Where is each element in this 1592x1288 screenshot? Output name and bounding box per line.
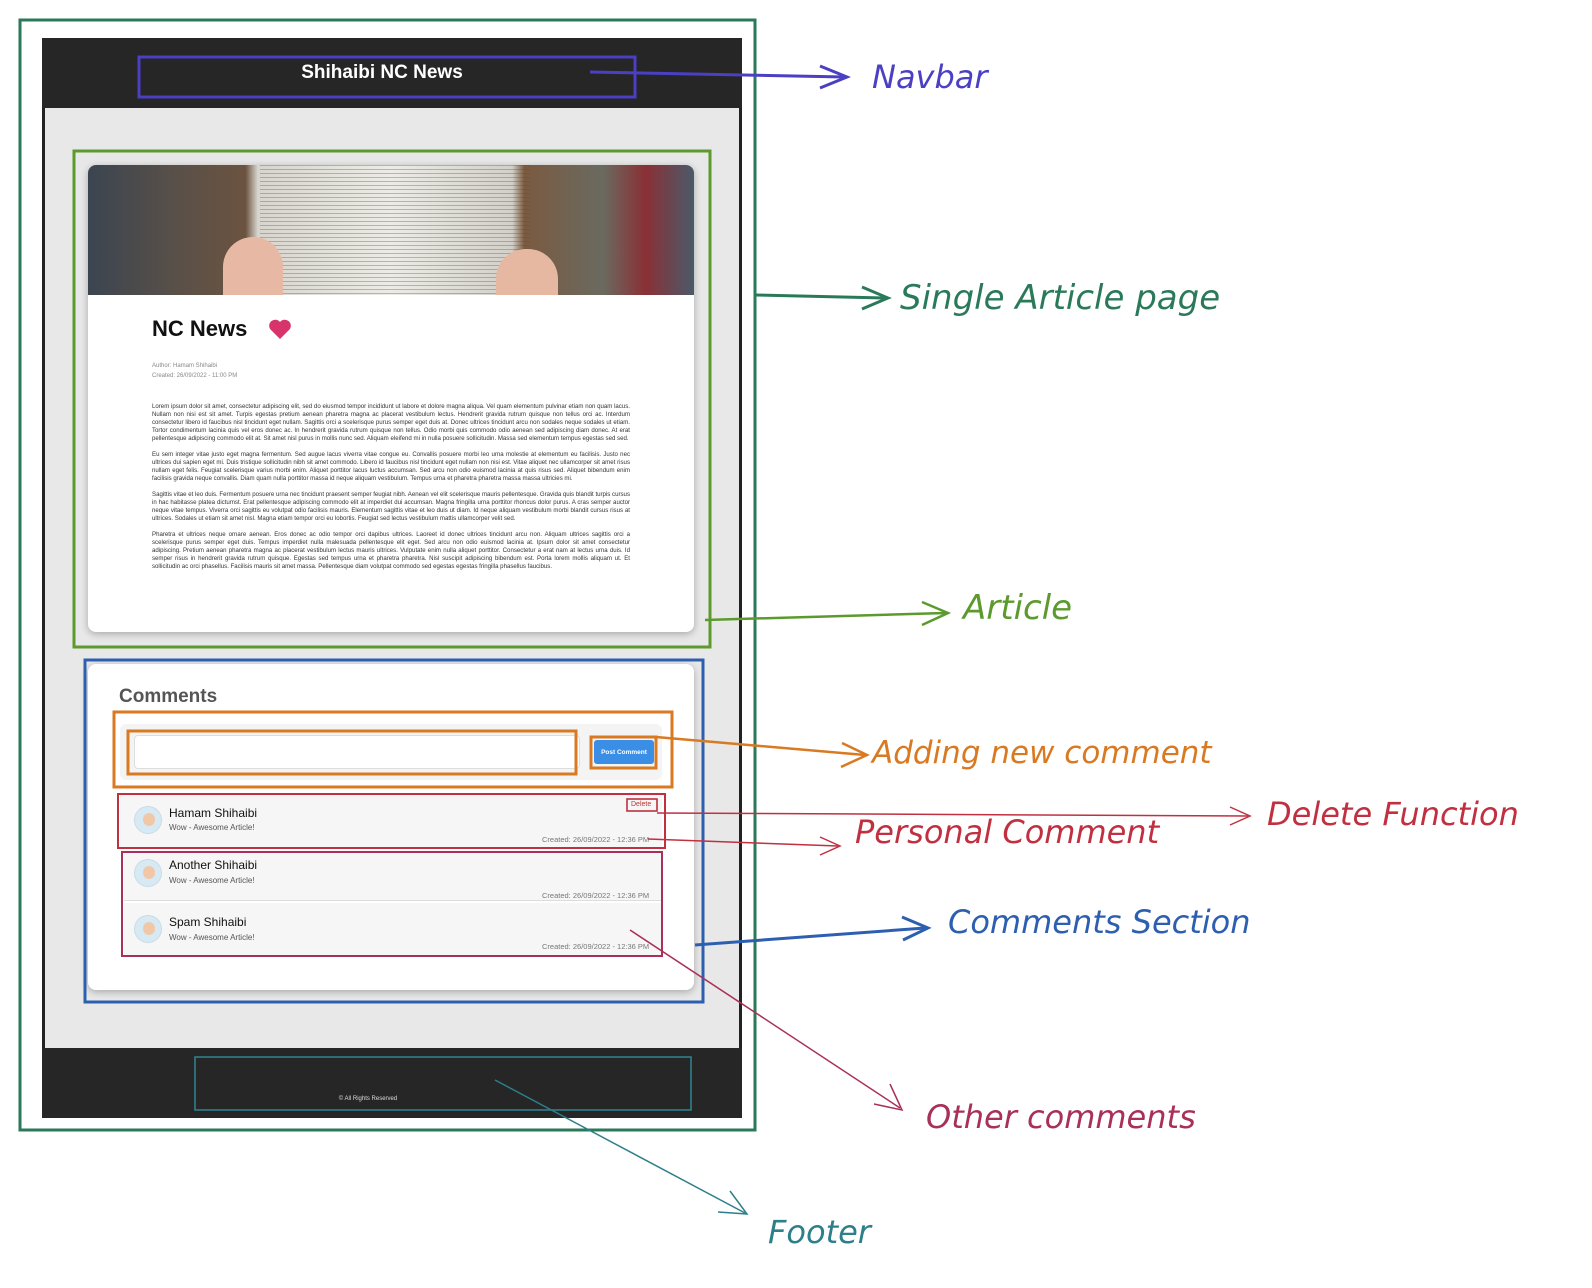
article-paragraph: Lorem ipsum dolor sit amet, consectetur … [152, 403, 630, 442]
article-paragraph: Eu sem integer vitae justo eget magna fe… [152, 451, 630, 482]
label-comments-section: Comments Section [948, 903, 1251, 941]
article-author: Author: Hamam Shihaibi [152, 363, 218, 369]
comment-author: Spam Shihaibi [169, 915, 247, 929]
comment-text: Wow - Awesome Article! [169, 823, 255, 832]
article-title: NC News [152, 316, 248, 341]
post-comment-button[interactable]: Post Comment [594, 740, 654, 764]
comments-title: Comments [119, 686, 218, 707]
comment-author: Another Shihaibi [169, 858, 258, 872]
article-paragraph: Sagittis vitae et leo duis. Fermentum po… [152, 491, 630, 522]
article-paragraph: Pharetra et ultrices neque ornare aenean… [152, 531, 630, 570]
avatar [134, 859, 162, 887]
comment-author: Hamam Shihaibi [169, 806, 258, 820]
article-created: Created: 26/09/2022 - 11:00 PM [152, 373, 238, 379]
comment-date: Created: 26/09/2022 - 12:36 PM [542, 942, 650, 951]
navbar: Shihaibi NC News [42, 38, 742, 108]
comment-date: Created: 26/09/2022 - 12:36 PM [542, 891, 650, 900]
label-other-comments: Other comments [926, 1098, 1196, 1136]
label-article: Article [963, 588, 1073, 628]
avatar [134, 806, 162, 834]
label-navbar: Navbar [872, 58, 988, 96]
footer-text: © All Rights Reserved [338, 1096, 398, 1102]
article-hero-image [88, 165, 694, 295]
comment-text: Wow - Awesome Article! [169, 876, 255, 885]
label-adding-new-comment: Adding new comment [872, 735, 1212, 771]
delete-comment-button[interactable]: Delete [631, 801, 651, 808]
navbar-title[interactable]: Shihaibi NC News [301, 62, 463, 84]
label-footer: Footer [768, 1213, 871, 1251]
heart-icon[interactable] [268, 318, 294, 342]
comment-date: Created: 26/09/2022 - 12:36 PM [542, 835, 650, 844]
label-personal-comment: Personal Comment [855, 813, 1160, 851]
avatar [134, 915, 162, 943]
label-delete-function: Delete Function [1267, 795, 1519, 833]
comment-text: Wow - Awesome Article! [169, 933, 255, 942]
new-comment-input[interactable] [134, 735, 580, 769]
label-single-article-page: Single Article page [900, 278, 1221, 318]
single-article-page-arrow [754, 293, 886, 300]
footer: © All Rights Reserved [42, 1048, 742, 1118]
article-body: Lorem ipsum dolor sit amet, consectetur … [152, 403, 630, 579]
